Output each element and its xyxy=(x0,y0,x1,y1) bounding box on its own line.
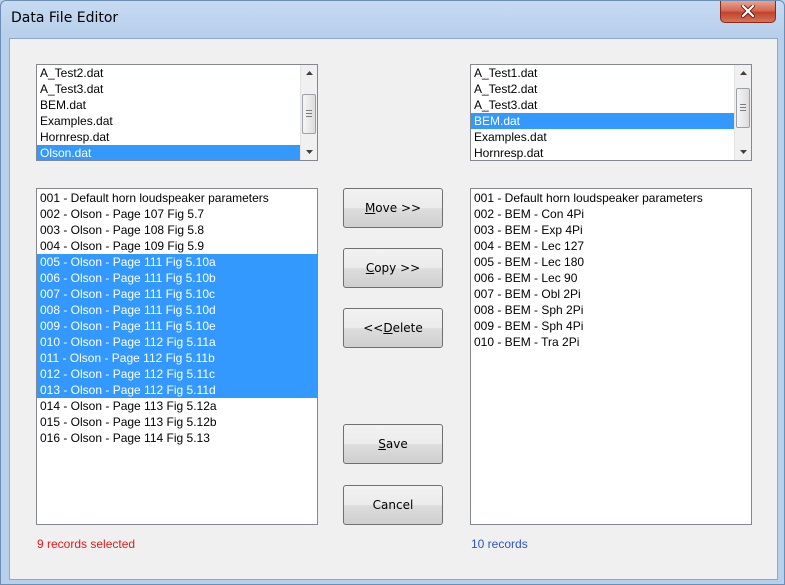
copy-label-key: C xyxy=(365,261,375,275)
list-item[interactable]: 012 - Olson - Page 112 Fig 5.11c xyxy=(37,366,317,382)
list-item[interactable]: 007 - Olson - Page 111 Fig 5.10c xyxy=(37,286,317,302)
data-file-editor-window: Data File Editor A_Test2.dat A_Test3.dat B… xyxy=(0,0,785,585)
list-item[interactable]: 011 - Olson - Page 112 Fig 5.11b xyxy=(37,350,317,366)
record-count-label: 10 records xyxy=(471,537,528,551)
cancel-button[interactable]: Cancel xyxy=(343,485,443,525)
list-item[interactable]: 009 - Olson - Page 111 Fig 5.10e xyxy=(37,318,317,334)
list-item[interactable]: 008 - Olson - Page 111 Fig 5.10d xyxy=(37,302,317,318)
list-item[interactable]: 002 - BEM - Con 4Pi xyxy=(471,206,751,222)
right-file-scrollbar[interactable] xyxy=(734,65,751,160)
list-item[interactable]: 007 - BEM - Obl 2Pi xyxy=(471,286,751,302)
delete-label-pre: << xyxy=(363,321,384,335)
list-item[interactable]: 016 - Olson - Page 114 Fig 5.13 xyxy=(37,430,317,446)
right-file-items: A_Test1.dat A_Test2.dat A_Test3.dat BEM.dat… xyxy=(471,65,751,160)
list-item[interactable]: A_Test1.dat xyxy=(471,65,751,81)
delete-button[interactable]: << Delete xyxy=(343,308,443,348)
list-item[interactable]: A_Test2.dat xyxy=(37,65,317,81)
title-bar[interactable]: Data File Editor xyxy=(1,1,784,35)
list-item[interactable]: Hornresp.dat xyxy=(37,129,317,145)
move-button[interactable]: Move >> xyxy=(343,188,443,228)
save-button[interactable]: Save xyxy=(343,424,443,464)
scroll-up-icon[interactable] xyxy=(301,65,317,81)
list-item[interactable]: 005 - BEM - Lec 180 xyxy=(471,254,751,270)
left-file-scrollbar[interactable] xyxy=(300,65,317,160)
selected-count-label: 9 records selected xyxy=(37,537,136,551)
list-item[interactable]: BEM.dat xyxy=(471,113,751,129)
list-item[interactable]: Examples.dat xyxy=(37,113,317,129)
scroll-down-icon[interactable] xyxy=(301,144,317,160)
list-item[interactable]: 006 - BEM - Lec 90 xyxy=(471,270,751,286)
dialog-client-area: A_Test2.dat A_Test3.dat BEM.dat Examples.da… xyxy=(9,38,778,580)
list-item[interactable]: 009 - BEM - Sph 4Pi xyxy=(471,318,751,334)
list-item[interactable]: BEM.dat xyxy=(37,97,317,113)
list-item[interactable]: A_Test3.dat xyxy=(37,81,317,97)
move-label-post: ove >> xyxy=(375,201,422,215)
left-file-items: A_Test2.dat A_Test3.dat BEM.dat Examples.da… xyxy=(37,65,317,160)
list-item[interactable]: Olson.dat xyxy=(37,145,317,160)
list-item[interactable]: 014 - Olson - Page 113 Fig 5.12a xyxy=(37,398,317,414)
copy-button[interactable]: Copy >> xyxy=(343,248,443,288)
close-button[interactable] xyxy=(720,1,776,23)
list-item[interactable]: 002 - Olson - Page 107 Fig 5.7 xyxy=(37,206,317,222)
list-item[interactable]: 003 - BEM - Exp 4Pi xyxy=(471,222,751,238)
list-item[interactable]: 003 - Olson - Page 108 Fig 5.8 xyxy=(37,222,317,238)
save-label-post: ave xyxy=(385,437,408,451)
list-item[interactable]: Examples.dat xyxy=(471,129,751,145)
move-label-key: M xyxy=(364,201,376,215)
list-item[interactable]: 010 - BEM - Tra 2Pi xyxy=(471,334,751,350)
right-record-items: 001 - Default horn loudspeaker parameter… xyxy=(471,190,751,350)
list-item[interactable]: 006 - Olson - Page 111 Fig 5.10b xyxy=(37,270,317,286)
list-item[interactable]: Hornresp.dat xyxy=(471,145,751,160)
list-item[interactable]: 004 - BEM - Lec 127 xyxy=(471,238,751,254)
window-title: Data File Editor xyxy=(11,10,119,26)
list-item[interactable]: 013 - Olson - Page 112 Fig 5.11d xyxy=(37,382,317,398)
left-record-list[interactable]: 001 - Default horn loudspeaker parameter… xyxy=(36,188,318,525)
list-item[interactable]: 001 - Default horn loudspeaker parameter… xyxy=(37,190,317,206)
list-item[interactable]: 015 - Olson - Page 113 Fig 5.12b xyxy=(37,414,317,430)
left-file-list[interactable]: A_Test2.dat A_Test3.dat BEM.dat Examples.da… xyxy=(36,64,318,161)
list-item[interactable]: 005 - Olson - Page 111 Fig 5.10a xyxy=(37,254,317,270)
delete-label-key: D xyxy=(383,321,393,335)
scrollbar-thumb[interactable] xyxy=(736,88,750,128)
delete-label-post: elete xyxy=(392,321,423,335)
list-item[interactable]: 008 - BEM - Sph 2Pi xyxy=(471,302,751,318)
right-record-list[interactable]: 001 - Default horn loudspeaker parameter… xyxy=(470,188,752,525)
scroll-up-icon[interactable] xyxy=(735,65,751,81)
copy-label-post: opy >> xyxy=(374,261,421,275)
list-item[interactable]: 004 - Olson - Page 109 Fig 5.9 xyxy=(37,238,317,254)
list-item[interactable]: A_Test3.dat xyxy=(471,97,751,113)
scroll-down-icon[interactable] xyxy=(735,144,751,160)
right-file-list[interactable]: A_Test1.dat A_Test2.dat A_Test3.dat BEM.dat… xyxy=(470,64,752,161)
left-record-items: 001 - Default horn loudspeaker parameter… xyxy=(37,190,317,446)
list-item[interactable]: 001 - Default horn loudspeaker parameter… xyxy=(471,190,751,206)
save-label-key: S xyxy=(378,437,386,451)
close-icon xyxy=(741,5,755,18)
list-item[interactable]: 010 - Olson - Page 112 Fig 5.11a xyxy=(37,334,317,350)
cancel-label: Cancel xyxy=(372,498,414,512)
scrollbar-thumb[interactable] xyxy=(302,94,316,134)
list-item[interactable]: A_Test2.dat xyxy=(471,81,751,97)
